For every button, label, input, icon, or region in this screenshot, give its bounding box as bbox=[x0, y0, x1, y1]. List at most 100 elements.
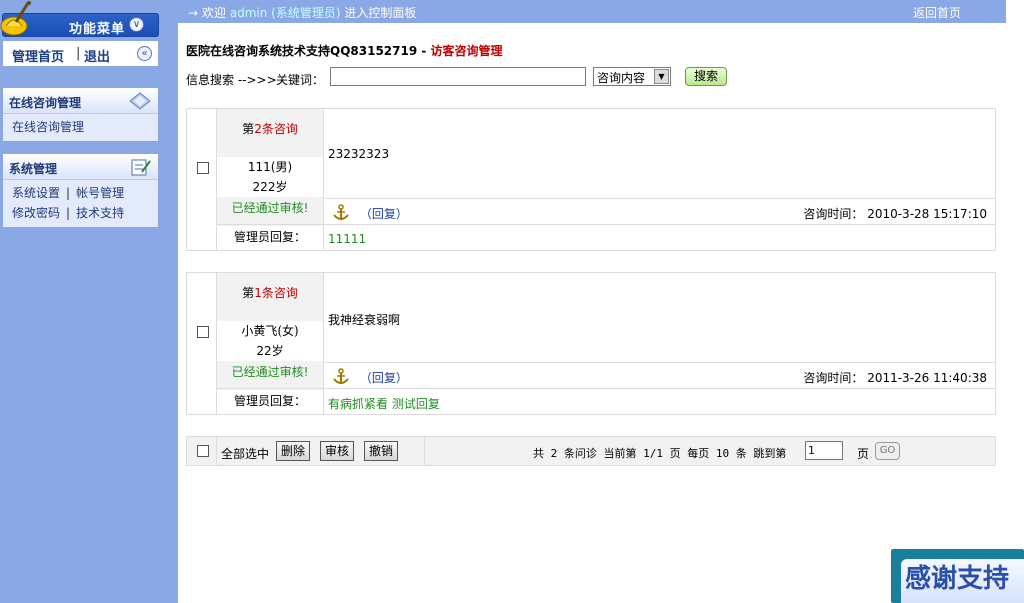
page-jump-input[interactable] bbox=[805, 441, 843, 460]
menu-title: 功能菜单 bbox=[69, 22, 126, 37]
keyword-label: 关键词： bbox=[276, 73, 325, 87]
search-button[interactable]: 搜索 bbox=[685, 67, 727, 86]
record-number-value: 2条咨询 bbox=[254, 122, 298, 136]
record-checkbox[interactable] bbox=[197, 162, 209, 174]
bulk-actions: 全部选中 删除 审核 撤销 bbox=[217, 437, 425, 465]
collapse-menu-icon[interactable]: ∨ bbox=[129, 17, 144, 32]
welcome-text: → 欢迎 admin (系统管理员) 进入控制面板 bbox=[188, 4, 416, 21]
system-panel: 系统管理 系统设置 | 帐号管理 修改密码 | 技术支持 bbox=[2, 153, 159, 228]
page-subtitle: 访客咨询管理 bbox=[430, 44, 503, 58]
logout-link[interactable]: 退出 bbox=[84, 46, 110, 65]
divider bbox=[217, 388, 995, 389]
time-label: 咨询时间： bbox=[803, 371, 864, 385]
sidebar-item-system-settings[interactable]: 系统设置 bbox=[12, 186, 60, 200]
visitor-age: 22岁 bbox=[256, 344, 284, 358]
consult-content: 23232323 bbox=[328, 147, 390, 161]
edit-document-icon bbox=[130, 158, 152, 179]
main-content: 医院在线咨询系统技术支持QQ83152719 - 访客咨询管理 信息搜索 -->… bbox=[178, 23, 1024, 603]
page-title-text: 医院在线咨询系统技术支持QQ83152719 - bbox=[186, 44, 427, 58]
select-value: 咨询内容 bbox=[597, 71, 646, 85]
record-meta: 第2条咨询 111(男) 222岁 已经通过审核! 管理员回复： bbox=[217, 109, 324, 250]
home-link[interactable]: 管理首页 bbox=[12, 46, 64, 65]
time-label: 咨询时间： bbox=[803, 207, 864, 221]
consult-time: 咨询时间： 2010-3-28 15:17:10 bbox=[803, 205, 987, 222]
admin-reply-label: 管理员回复： bbox=[217, 390, 323, 414]
dropdown-arrow-icon[interactable]: ▼ bbox=[654, 69, 669, 84]
top-bar: → 欢迎 admin (系统管理员) 进入控制面板 返回首页 bbox=[178, 0, 1006, 23]
record-actions: （回复） bbox=[332, 368, 408, 386]
panel-row: 系统设置 | 帐号管理 bbox=[12, 183, 149, 203]
panel-header: 系统管理 bbox=[3, 154, 158, 180]
record-meta: 第1条咨询 小黄飞(女) 22岁 已经通过审核! 管理员回复： bbox=[217, 273, 324, 414]
sidebar-item-accounts[interactable]: 帐号管理 bbox=[76, 186, 124, 200]
audit-status: 已经通过审核! bbox=[231, 201, 309, 215]
consult-time: 咨询时间： 2011-3-26 11:40:38 bbox=[803, 369, 987, 386]
panel-body: 系统设置 | 帐号管理 修改密码 | 技术支持 bbox=[3, 180, 158, 227]
pager-bar: 全部选中 删除 审核 撤销 共 2 条问诊 当前第 1/1 页 每页 10 条 … bbox=[186, 436, 996, 466]
separator: | bbox=[66, 186, 71, 200]
arrow-icon: → bbox=[188, 6, 199, 20]
sidebar-item-tech-support[interactable]: 技术支持 bbox=[76, 206, 124, 220]
sidebar: 功能菜单 ∨ 管理首页 | 退出 « 在线咨询管理 在线咨询管理 系统管理 系统… bbox=[0, 0, 178, 603]
page-title: 医院在线咨询系统技术支持QQ83152719 - 访客咨询管理 bbox=[186, 42, 503, 59]
select-all-cell bbox=[187, 437, 217, 465]
record-checkbox[interactable] bbox=[197, 326, 209, 338]
record-number-value: 1条咨询 bbox=[254, 286, 298, 300]
pagination-info: 共 2 条问诊 当前第 1/1 页 每页 10 条 跳到第 bbox=[533, 447, 787, 460]
anchor-icon[interactable] bbox=[332, 204, 354, 221]
record-number: 第1条咨询 bbox=[217, 273, 323, 321]
reply-link[interactable]: （回复） bbox=[360, 371, 408, 385]
consult-content: 我神经衰弱啊 bbox=[328, 313, 401, 327]
back-home-link[interactable]: 返回首页 bbox=[913, 4, 961, 21]
go-button[interactable]: GO bbox=[875, 442, 900, 460]
keyword-input[interactable] bbox=[330, 67, 586, 86]
panel-header: 在线咨询管理 bbox=[3, 88, 158, 114]
consult-record: 第1条咨询 小黄飞(女) 22岁 已经通过审核! 管理员回复： 我神经衰弱啊 （… bbox=[186, 272, 996, 415]
visitor-age: 222岁 bbox=[252, 180, 288, 194]
record-number-prefix: 第 bbox=[242, 122, 255, 136]
admin-name: admin (系统管理员) bbox=[229, 6, 341, 20]
panel-title: 系统管理 bbox=[9, 162, 58, 176]
time-value: 2011-3-26 11:40:38 bbox=[867, 371, 987, 385]
welcome-label: 欢迎 bbox=[201, 6, 226, 20]
consult-record: 第2条咨询 111(男) 222岁 已经通过审核! 管理员回复： 2323232… bbox=[186, 108, 996, 251]
select-all-checkbox[interactable] bbox=[197, 445, 209, 457]
search-field-select[interactable]: 咨询内容 ▼ bbox=[593, 67, 671, 86]
admin-reply-label: 管理员回复： bbox=[217, 226, 323, 250]
separator: | bbox=[66, 206, 71, 220]
top-nav: 管理首页 | 退出 « bbox=[2, 40, 159, 67]
admin-reply-text: 11111 bbox=[328, 232, 367, 246]
checkbox-cell bbox=[187, 109, 217, 250]
delete-button[interactable]: 删除 bbox=[276, 441, 311, 461]
record-actions: （回复） bbox=[332, 204, 408, 222]
visitor-name: 小黄飞(女) bbox=[241, 324, 299, 338]
record-number: 第2条咨询 bbox=[217, 109, 323, 157]
online-consult-panel: 在线咨询管理 在线咨询管理 bbox=[2, 87, 159, 142]
visitor-info: 小黄飞(女) 22岁 bbox=[217, 321, 323, 361]
select-all-label: 全部选中 bbox=[221, 447, 270, 461]
panel-row: 修改密码 | 技术支持 bbox=[12, 203, 149, 223]
sidebar-item-online-consult[interactable]: 在线咨询管理 bbox=[12, 117, 149, 137]
thanks-badge[interactable]: 感谢支持 bbox=[891, 549, 1024, 603]
revoke-button[interactable]: 撤销 bbox=[364, 441, 399, 461]
welcome-suffix: 进入控制面板 bbox=[344, 6, 417, 20]
thanks-text: 感谢支持 bbox=[901, 559, 1024, 603]
reply-link[interactable]: （回复） bbox=[360, 207, 408, 221]
panel-body: 在线咨询管理 bbox=[3, 114, 158, 141]
diamond-icon bbox=[128, 92, 152, 113]
audit-status: 已经通过审核! bbox=[231, 365, 309, 379]
anchor-icon[interactable] bbox=[332, 368, 354, 385]
search-label: 信息搜索 -->>> bbox=[186, 73, 277, 87]
page-unit-label: 页 bbox=[857, 447, 870, 461]
panel-title: 在线咨询管理 bbox=[9, 96, 82, 110]
audit-button[interactable]: 审核 bbox=[320, 441, 355, 461]
nav-separator: | bbox=[76, 46, 81, 61]
divider bbox=[217, 224, 995, 225]
sidebar-item-change-password[interactable]: 修改密码 bbox=[12, 206, 60, 220]
collapse-sidebar-icon[interactable]: « bbox=[137, 46, 152, 61]
visitor-info: 111(男) 222岁 bbox=[217, 157, 323, 197]
record-number-prefix: 第 bbox=[242, 286, 255, 300]
broom-logo-icon bbox=[0, 0, 34, 38]
divider bbox=[324, 362, 995, 363]
visitor-name: 111(男) bbox=[247, 160, 293, 174]
